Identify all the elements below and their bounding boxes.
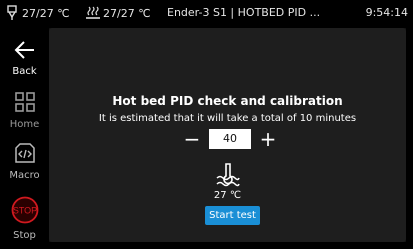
decrease-button[interactable]: −	[181, 128, 203, 150]
bottom-border	[49, 242, 413, 249]
target-temp-stepper: − 40 +	[181, 128, 279, 150]
status-bar: 27/27 ℃ 27/27 ℃ Ender-3 S1 | HOTBED PID …	[0, 0, 413, 28]
page-subtitle: It is estimated that it will take a tota…	[98, 113, 357, 124]
nozzle-status: 27/27 ℃	[4, 5, 70, 21]
heated-bed-icon	[214, 161, 242, 193]
sidebar: Back Home Macro STOP Stop	[0, 28, 49, 249]
window-title: Ender-3 S1 | HOTBED PID ...	[167, 6, 321, 19]
bed-icon	[85, 5, 101, 21]
arrow-left-icon	[14, 40, 36, 64]
stop-icon: STOP	[11, 196, 39, 228]
back-button[interactable]: Back	[0, 40, 49, 77]
printer-screen: 27/27 ℃ 27/27 ℃ Ender-3 S1 | HOTBED PID …	[0, 0, 413, 249]
page-title: Hot bed PID check and calibration	[112, 94, 343, 108]
right-border	[406, 28, 413, 249]
nozzle-temp: 27/27 ℃	[22, 6, 70, 20]
stop-label: Stop	[13, 230, 36, 241]
macro-label: Macro	[9, 170, 40, 181]
clock: 9:54:14	[365, 6, 408, 19]
start-test-button[interactable]: Start test	[205, 206, 260, 225]
code-icon	[14, 142, 36, 168]
target-temp-value[interactable]: 40	[209, 129, 251, 149]
home-label: Home	[9, 119, 40, 130]
nozzle-icon	[4, 5, 20, 21]
back-label: Back	[12, 66, 37, 77]
svg-text:STOP: STOP	[12, 206, 36, 216]
pid-panel: Hot bed PID check and calibration It is …	[49, 28, 406, 242]
home-button[interactable]: Home	[0, 91, 49, 130]
bed-status: 27/27 ℃	[85, 5, 151, 21]
bed-temp: 27/27 ℃	[103, 6, 151, 20]
macro-button[interactable]: Macro	[0, 142, 49, 181]
increase-button[interactable]: +	[257, 128, 279, 150]
grid-icon	[14, 91, 36, 117]
stop-button[interactable]: STOP Stop	[0, 196, 49, 241]
current-bed-temp: 27 ℃	[213, 190, 242, 201]
